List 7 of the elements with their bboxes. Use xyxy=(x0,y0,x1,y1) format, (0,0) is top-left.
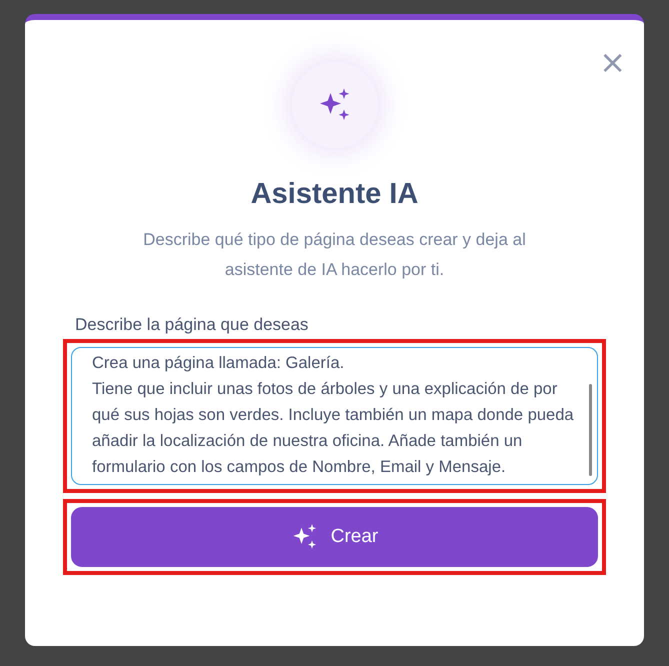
close-button[interactable]: × xyxy=(595,46,630,78)
field-label: Describe la página que deseas xyxy=(75,315,310,335)
create-button[interactable]: Crear xyxy=(71,507,598,567)
input-field[interactable]: Crea una página llamada: Galería. Tiene que incluir unas fotos de árboles y una explicación de por qué sus hojas son verdes. Incluye también un mapa donde pueda añadir la localización de nuestra oficina. Añade también un formulario con los campos de Nombre, Email y Mensaje. xyxy=(71,347,598,485)
sparkles-icon xyxy=(290,523,319,551)
dialog-title: Asistente IA xyxy=(250,178,418,211)
dialog-description: Describe qué tipo de página deseas crear y deja al asistente de IA hacerlo por ti. xyxy=(142,229,527,281)
